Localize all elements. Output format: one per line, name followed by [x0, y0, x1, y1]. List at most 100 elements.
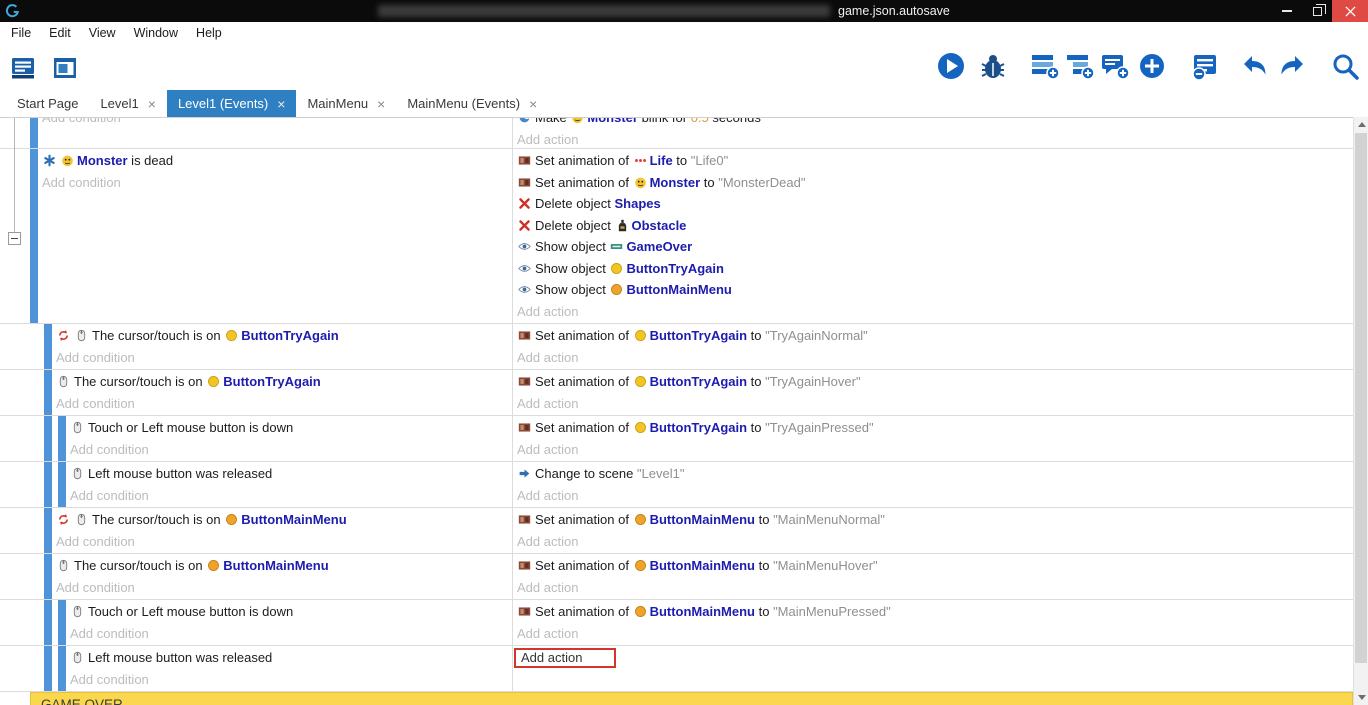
- actions-cell[interactable]: Set animation of ButtonTryAgain to "TryA…: [512, 370, 1353, 415]
- add-action-link[interactable]: Add action: [517, 623, 1353, 645]
- event-row[interactable]: Left mouse button was releasedAdd condit…: [0, 646, 1353, 692]
- menu-file[interactable]: File: [2, 24, 40, 42]
- conditions-cell[interactable]: Left mouse button was releasedAdd condit…: [0, 462, 512, 507]
- event-row[interactable]: The cursor/touch is on ButtonTryAgainAdd…: [0, 324, 1353, 370]
- tab-level1-events-[interactable]: Level1 (Events)×: [167, 90, 297, 117]
- add-action-link[interactable]: Add action: [517, 347, 1353, 369]
- minimize-button[interactable]: [1272, 0, 1302, 22]
- conditions-cell[interactable]: The cursor/touch is on ButtonTryAgainAdd…: [0, 370, 512, 415]
- add-action-link[interactable]: Add action: [517, 393, 1353, 415]
- tab-close-icon[interactable]: ×: [148, 97, 156, 111]
- add-condition-link[interactable]: Add condition: [70, 669, 512, 691]
- condition-line[interactable]: Touch or Left mouse button is down: [70, 601, 512, 623]
- condition-line[interactable]: Monster is dead: [42, 150, 512, 172]
- actions-cell[interactable]: Make Monster blink for 0.5 secondsAdd ac…: [512, 118, 1353, 148]
- undo-icon[interactable]: [1241, 50, 1271, 82]
- add-condition-link[interactable]: Add condition: [56, 577, 512, 599]
- conditions-cell[interactable]: Touch or Left mouse button is downAdd co…: [0, 600, 512, 645]
- vertical-scrollbar[interactable]: [1353, 117, 1368, 705]
- actions-cell[interactable]: Set animation of ButtonMainMenu to "Main…: [512, 554, 1353, 599]
- conditions-cell[interactable]: Touch or Left mouse button is downAdd co…: [0, 416, 512, 461]
- action-line[interactable]: Set animation of Life to "Life0": [517, 150, 1353, 172]
- add-action-link[interactable]: Add action: [517, 301, 1353, 323]
- debug-icon[interactable]: [978, 50, 1008, 82]
- menu-window[interactable]: Window: [125, 24, 187, 42]
- add-action-link[interactable]: Add action: [517, 577, 1353, 599]
- add-condition-link[interactable]: Add condition: [56, 393, 512, 415]
- event-row[interactable]: The cursor/touch is on ButtonTryAgainAdd…: [0, 370, 1353, 416]
- event-row[interactable]: Touch or Left mouse button is downAdd co…: [0, 600, 1353, 646]
- tab-start-page[interactable]: Start Page: [6, 90, 89, 117]
- comment-row[interactable]: GAME OVER: [30, 692, 1353, 705]
- action-line[interactable]: Set animation of ButtonMainMenu to "Main…: [517, 509, 1353, 531]
- menu-view[interactable]: View: [80, 24, 125, 42]
- condition-line[interactable]: The cursor/touch is on ButtonMainMenu: [56, 555, 512, 577]
- preview-play-icon[interactable]: [936, 50, 966, 82]
- action-line[interactable]: Set animation of ButtonMainMenu to "Main…: [517, 555, 1353, 577]
- action-line[interactable]: Show object ButtonTryAgain: [517, 258, 1353, 280]
- action-line[interactable]: Make Monster blink for 0.5 seconds: [517, 118, 1353, 129]
- add-condition-link[interactable]: Add condition: [56, 531, 512, 553]
- conditions-cell[interactable]: Left mouse button was releasedAdd condit…: [0, 646, 512, 691]
- actions-cell[interactable]: Change to scene "Level1"Add action: [512, 462, 1353, 507]
- tab-close-icon[interactable]: ×: [277, 97, 285, 111]
- condition-line[interactable]: Left mouse button was released: [70, 463, 512, 485]
- event-row[interactable]: Monster is deadAdd conditionSet animatio…: [0, 149, 1353, 324]
- add-action-link[interactable]: Add action: [517, 439, 1353, 461]
- add-action-link[interactable]: Add action: [517, 647, 1353, 669]
- menu-help[interactable]: Help: [187, 24, 231, 42]
- add-condition-link[interactable]: Add condition: [70, 439, 512, 461]
- add-comment-icon[interactable]: [1100, 50, 1130, 82]
- add-subevent-icon[interactable]: [1065, 50, 1095, 82]
- action-line[interactable]: Set animation of ButtonTryAgain to "TryA…: [517, 371, 1353, 393]
- actions-cell[interactable]: Set animation of ButtonTryAgain to "TryA…: [512, 416, 1353, 461]
- add-action-link[interactable]: Add action: [517, 129, 1353, 149]
- condition-line[interactable]: Touch or Left mouse button is down: [70, 417, 512, 439]
- scene-editor-icon[interactable]: [50, 52, 80, 84]
- actions-cell[interactable]: Set animation of ButtonMainMenu to "Main…: [512, 600, 1353, 645]
- tab-mainmenu-events-[interactable]: MainMenu (Events)×: [396, 90, 548, 117]
- tab-close-icon[interactable]: ×: [529, 97, 537, 111]
- condition-line[interactable]: Left mouse button was released: [70, 647, 512, 669]
- event-row[interactable]: Left mouse button was releasedAdd condit…: [0, 462, 1353, 508]
- add-other-event-icon[interactable]: [1137, 50, 1167, 82]
- maximize-button[interactable]: [1302, 0, 1332, 22]
- conditions-cell[interactable]: The cursor/touch is on ButtonMainMenuAdd…: [0, 508, 512, 553]
- add-action-link[interactable]: Add action: [517, 485, 1353, 507]
- add-condition-link[interactable]: Add condition: [42, 118, 512, 129]
- add-condition-link[interactable]: Add condition: [70, 623, 512, 645]
- tab-level1[interactable]: Level1×: [89, 90, 167, 117]
- tab-mainmenu[interactable]: MainMenu×: [296, 90, 396, 117]
- conditions-cell[interactable]: Add condition: [0, 118, 512, 148]
- redo-icon[interactable]: [1276, 50, 1306, 82]
- close-button[interactable]: [1332, 0, 1368, 22]
- actions-cell[interactable]: Set animation of ButtonTryAgain to "TryA…: [512, 324, 1353, 369]
- action-line[interactable]: Delete object Obstacle: [517, 215, 1353, 237]
- add-condition-link[interactable]: Add condition: [56, 347, 512, 369]
- actions-cell[interactable]: Set animation of Life to "Life0"Set anim…: [512, 149, 1353, 323]
- action-line[interactable]: Delete object Shapes: [517, 193, 1353, 215]
- scrollbar-thumb[interactable]: [1355, 133, 1367, 663]
- add-action-highlighted[interactable]: Add action: [514, 648, 616, 668]
- add-condition-link[interactable]: Add condition: [70, 485, 512, 507]
- conditions-cell[interactable]: Monster is deadAdd condition: [0, 149, 512, 323]
- condition-line[interactable]: The cursor/touch is on ButtonTryAgain: [56, 371, 512, 393]
- action-line[interactable]: Set animation of ButtonTryAgain to "TryA…: [517, 417, 1353, 439]
- add-condition-link[interactable]: Add condition: [42, 172, 512, 194]
- action-line[interactable]: Set animation of Monster to "MonsterDead…: [517, 172, 1353, 194]
- search-icon[interactable]: [1330, 50, 1360, 82]
- remove-event-icon[interactable]: [1191, 50, 1221, 82]
- condition-line[interactable]: The cursor/touch is on ButtonTryAgain: [56, 325, 512, 347]
- event-row[interactable]: The cursor/touch is on ButtonMainMenuAdd…: [0, 554, 1353, 600]
- scroll-up-arrow[interactable]: [1354, 117, 1368, 132]
- condition-line[interactable]: The cursor/touch is on ButtonMainMenu: [56, 509, 512, 531]
- event-row[interactable]: Touch or Left mouse button is downAdd co…: [0, 416, 1353, 462]
- actions-cell[interactable]: Set animation of ButtonMainMenu to "Main…: [512, 508, 1353, 553]
- action-line[interactable]: Show object GameOver: [517, 236, 1353, 258]
- action-line[interactable]: Show object ButtonMainMenu: [517, 279, 1353, 301]
- action-line[interactable]: Set animation of ButtonTryAgain to "TryA…: [517, 325, 1353, 347]
- project-manager-icon[interactable]: [8, 52, 38, 84]
- menu-edit[interactable]: Edit: [40, 24, 80, 42]
- event-row[interactable]: Add conditionMake Monster blink for 0.5 …: [0, 118, 1353, 149]
- add-action-link[interactable]: Add action: [517, 531, 1353, 553]
